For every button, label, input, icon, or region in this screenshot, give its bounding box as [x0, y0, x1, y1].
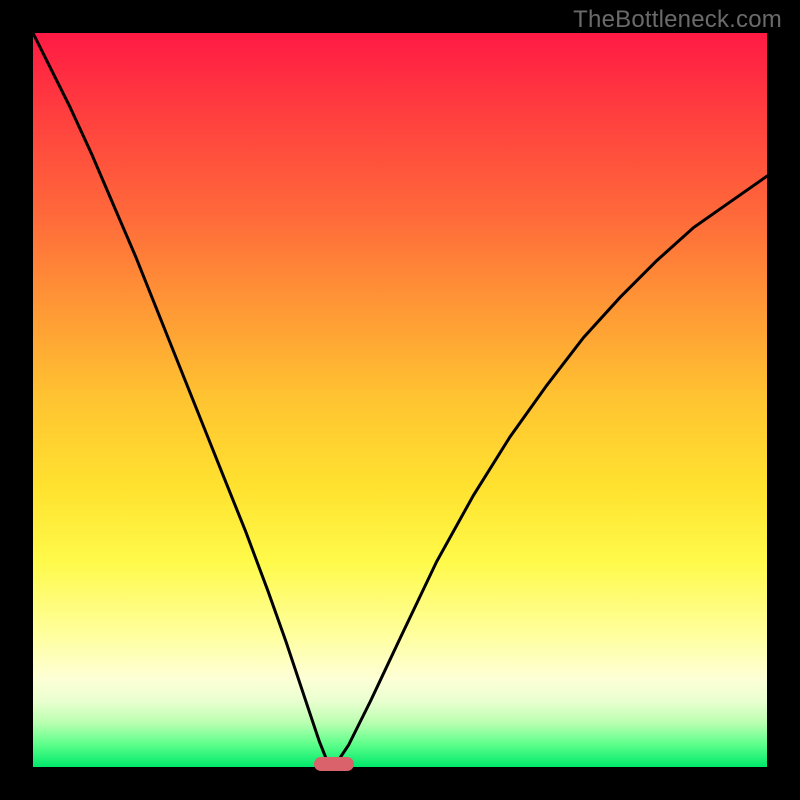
curve-right-branch	[334, 176, 767, 767]
minimum-marker	[314, 757, 354, 771]
curve-left-branch	[33, 33, 334, 767]
chart-frame: TheBottleneck.com	[0, 0, 800, 800]
watermark-text: TheBottleneck.com	[573, 6, 782, 34]
plot-area	[33, 33, 767, 767]
bottleneck-curve	[33, 33, 767, 767]
